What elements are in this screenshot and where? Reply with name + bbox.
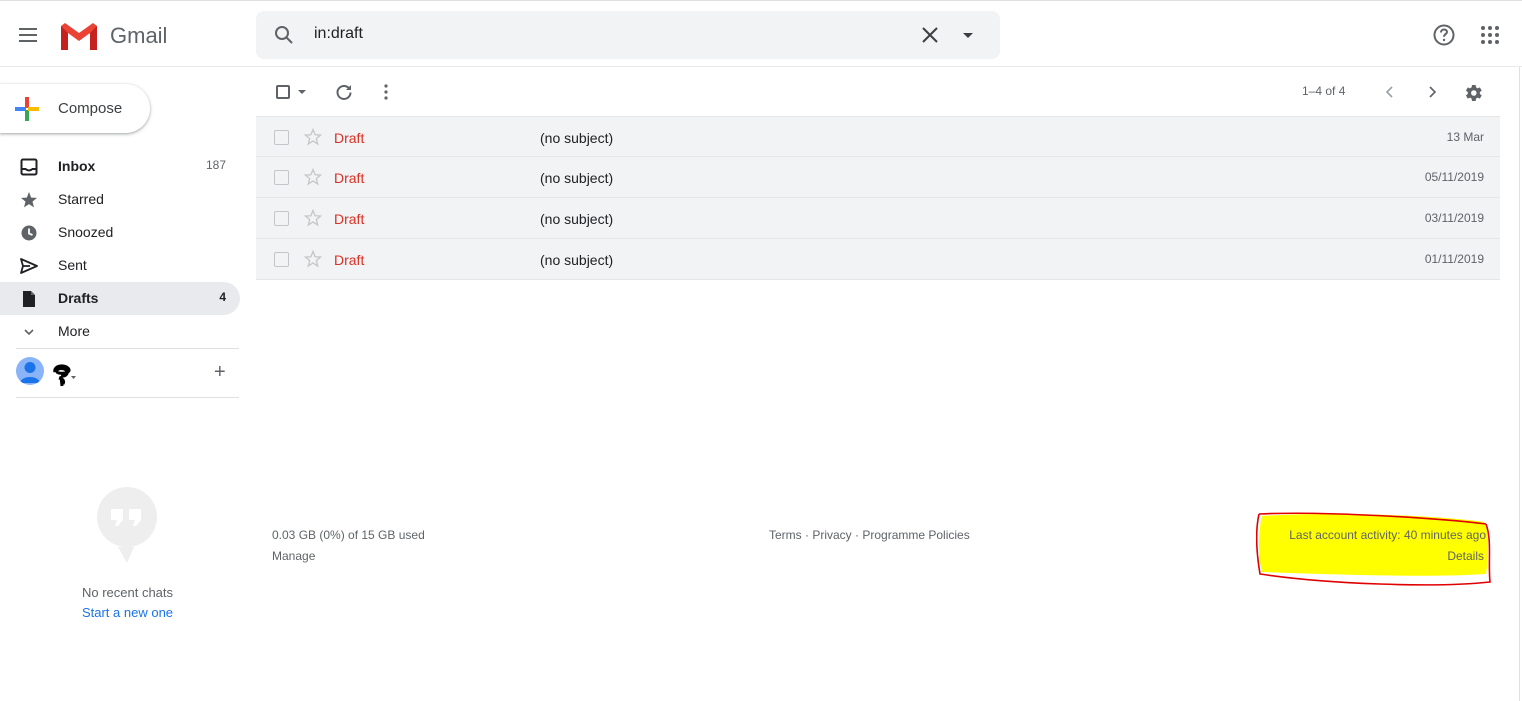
more-vert-icon[interactable] bbox=[376, 82, 396, 102]
chevron-right-icon[interactable] bbox=[1422, 82, 1442, 102]
no-recent-chats-text: No recent chats bbox=[81, 585, 174, 600]
row-date: 01/11/2019 bbox=[1424, 252, 1484, 266]
separator: · bbox=[801, 528, 813, 542]
star-icon bbox=[21, 192, 37, 208]
inbox-icon bbox=[20, 158, 38, 176]
gear-icon[interactable] bbox=[1462, 82, 1484, 104]
row-checkbox[interactable] bbox=[274, 170, 289, 185]
sidebar-item-starred[interactable]: Starred bbox=[0, 183, 240, 216]
sidebar-item-sent[interactable]: Sent bbox=[0, 249, 240, 282]
add-chat-button[interactable]: + bbox=[214, 362, 226, 382]
programme-policies-link[interactable]: Programme Policies bbox=[862, 528, 969, 542]
sidebar-item-label: Snoozed bbox=[58, 224, 114, 240]
mail-row[interactable]: Draft (no subject) 01/11/2019 bbox=[256, 239, 1500, 280]
help-icon[interactable] bbox=[1432, 23, 1456, 47]
divider bbox=[16, 348, 239, 349]
manage-storage-link[interactable]: Manage bbox=[272, 549, 315, 563]
sidebar-item-label: More bbox=[58, 323, 90, 339]
mail-row[interactable]: Draft (no subject) 05/11/2019 bbox=[256, 157, 1500, 198]
user-avatar-icon bbox=[20, 362, 40, 383]
avatar[interactable] bbox=[16, 357, 44, 385]
star-outline-icon[interactable] bbox=[304, 168, 322, 186]
chevron-left-icon[interactable] bbox=[1380, 82, 1400, 102]
row-subject: (no subject) bbox=[540, 130, 614, 146]
compose-button[interactable]: Compose bbox=[0, 84, 150, 133]
mail-row[interactable]: Draft (no subject) 03/11/2019 bbox=[256, 198, 1500, 239]
terms-link[interactable]: Terms bbox=[769, 528, 802, 542]
pagination-info: 1–4 of 4 bbox=[1302, 84, 1346, 98]
row-date: 13 Mar bbox=[1446, 130, 1484, 144]
row-date: 05/11/2019 bbox=[1424, 170, 1484, 184]
sidebar-item-label: Drafts bbox=[58, 290, 99, 306]
row-sender: Draft bbox=[334, 130, 365, 146]
plus-icon bbox=[15, 97, 39, 121]
sidebar-item-label: Starred bbox=[58, 191, 104, 207]
star-outline-icon[interactable] bbox=[304, 250, 322, 268]
select-options-caret-icon[interactable] bbox=[298, 90, 306, 94]
draft-count: 4 bbox=[219, 290, 226, 304]
search-options-icon[interactable] bbox=[958, 27, 978, 43]
star-outline-icon[interactable] bbox=[304, 209, 322, 227]
row-checkbox[interactable] bbox=[274, 130, 289, 145]
row-sender: Draft bbox=[334, 252, 365, 268]
footer-links: Terms · Privacy · Programme Policies bbox=[769, 528, 970, 542]
scrollbar-track[interactable] bbox=[1519, 67, 1520, 701]
mail-row[interactable]: Draft (no subject) 13 Mar bbox=[256, 116, 1500, 157]
sidebar-nav: Inbox 187 Starred Snoozed Sent Drafts 4 … bbox=[0, 150, 240, 348]
sidebar-item-label: Sent bbox=[58, 257, 87, 273]
mail-list: Draft (no subject) 13 Mar Draft (no subj… bbox=[256, 116, 1500, 280]
row-date: 03/11/2019 bbox=[1424, 211, 1484, 225]
row-sender: Draft bbox=[334, 170, 365, 186]
mail-toolbar: 1–4 of 4 bbox=[256, 72, 1500, 116]
start-new-chat-link[interactable]: Start a new one bbox=[0, 605, 255, 620]
refresh-icon[interactable] bbox=[334, 82, 354, 102]
storage-usage: 0.03 GB (0%) of 15 GB used bbox=[272, 528, 425, 542]
separator: · bbox=[851, 528, 863, 542]
row-checkbox[interactable] bbox=[274, 252, 289, 267]
top-bar: Gmail bbox=[0, 0, 1522, 67]
star-outline-icon[interactable] bbox=[304, 128, 322, 146]
row-subject: (no subject) bbox=[540, 252, 614, 268]
clock-icon bbox=[21, 225, 37, 241]
row-sender: Draft bbox=[334, 211, 365, 227]
privacy-link[interactable]: Privacy bbox=[812, 528, 851, 542]
sidebar-item-snoozed[interactable]: Snoozed bbox=[0, 216, 240, 249]
gmail-logo[interactable] bbox=[58, 20, 100, 52]
search-bar bbox=[256, 11, 1000, 59]
clear-search-icon[interactable] bbox=[920, 25, 940, 45]
last-activity-text: Last account activity: 40 minutes ago bbox=[1289, 528, 1486, 542]
draft-icon bbox=[23, 291, 35, 307]
divider bbox=[16, 397, 239, 398]
redaction-scribble-icon bbox=[53, 364, 76, 387]
compose-label: Compose bbox=[58, 100, 123, 117]
select-all-checkbox[interactable] bbox=[276, 85, 290, 99]
row-subject: (no subject) bbox=[540, 170, 614, 186]
unread-count: 187 bbox=[205, 158, 226, 172]
sidebar-item-label: Inbox bbox=[58, 158, 96, 174]
sidebar-item-drafts[interactable]: Drafts 4 bbox=[0, 282, 240, 315]
row-checkbox[interactable] bbox=[274, 211, 289, 226]
row-subject: (no subject) bbox=[540, 211, 614, 227]
send-icon bbox=[20, 258, 38, 274]
sidebar-item-more[interactable]: More bbox=[0, 315, 240, 348]
hangouts-quote-icon bbox=[97, 487, 157, 563]
main-menu-icon[interactable] bbox=[16, 23, 40, 47]
apps-grid-icon[interactable] bbox=[1478, 23, 1502, 47]
chevron-down-icon bbox=[24, 329, 34, 336]
sidebar-item-inbox[interactable]: Inbox 187 bbox=[0, 150, 240, 183]
activity-details-link[interactable]: Details bbox=[1258, 549, 1484, 563]
search-input[interactable] bbox=[314, 25, 914, 43]
app-title[interactable]: Gmail bbox=[110, 23, 167, 49]
search-icon[interactable] bbox=[274, 25, 294, 45]
